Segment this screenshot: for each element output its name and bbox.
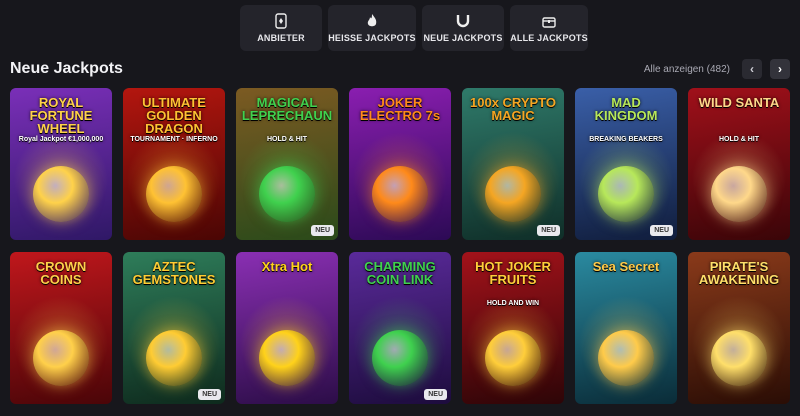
game-tile[interactable]: CROWN COINS [10,252,112,404]
game-art-emblem [259,166,315,222]
game-art-emblem [146,166,202,222]
game-title: Xtra Hot [261,259,313,274]
game-title: WILD SANTA [698,95,780,110]
new-badge: NEU [537,225,560,236]
game-title: PIRATE'S AWAKENING [698,259,780,287]
game-tile[interactable]: ROYAL FORTUNE WHEEL Royal Jackpot €1,000,… [10,88,112,240]
game-art-emblem [598,330,654,386]
game-art-emblem [485,330,541,386]
tab-label: HEISSE JACKPOTS [328,33,416,43]
new-badge: NEU [311,225,334,236]
category-tabs: ANBIETER HEISSE JACKPOTS NEUE JACKPOTS A… [240,5,588,51]
new-badge: NEU [650,225,673,236]
game-tile[interactable]: ULTIMATE GOLDEN DRAGON TOURNAMENT · INFER… [123,88,225,240]
game-tile[interactable]: CHARMING COIN LINK NEU [349,252,451,404]
tab-label: ANBIETER [257,33,305,43]
game-title: MAGICAL LEPRECHAUN [241,95,333,123]
game-title: CROWN COINS [35,259,87,287]
game-subtitle: Royal Jackpot €1,000,000 [18,136,104,143]
section-title: Neue Jackpots [10,60,123,77]
game-title: JOKER ELECTRO 7s [359,95,441,123]
game-tile[interactable]: MAGICAL LEPRECHAUN HOLD & HIT NEU [236,88,338,240]
game-tile[interactable]: Xtra Hot [236,252,338,404]
game-title: HOT JOKER FRUITS [475,259,551,287]
section-controls: Alle anzeigen (482) ‹ › [644,59,790,79]
provider-icon [275,13,287,29]
game-art-emblem [711,166,767,222]
game-art-emblem [33,330,89,386]
prev-button[interactable]: ‹ [742,59,762,79]
game-tile[interactable]: 100x CRYPTO MAGIC NEU [462,88,564,240]
game-title: CHARMING COIN LINK [364,259,436,287]
game-art-emblem [598,166,654,222]
game-tile[interactable]: AZTEC GEMSTONES NEU [123,252,225,404]
game-title: ULTIMATE GOLDEN DRAGON [142,95,206,136]
game-subtitle: BREAKING BEAKERS [589,136,663,143]
horseshoe-icon [456,15,470,28]
game-art-emblem [485,166,541,222]
tab-label: ALLE JACKPOTS [510,33,588,43]
treasure-chest-icon [542,17,556,28]
game-art-emblem [33,166,89,222]
game-title: Sea Secret [592,259,660,274]
game-grid: ROYAL FORTUNE WHEEL Royal Jackpot €1,000,… [10,88,790,404]
game-tile[interactable]: PIRATE'S AWAKENING [688,252,790,404]
game-tile[interactable]: HOT JOKER FRUITS HOLD AND WIN [462,252,564,404]
game-subtitle: TOURNAMENT · INFERNO [130,136,218,143]
chevron-left-icon: ‹ [750,62,754,76]
tab-anbieter[interactable]: ANBIETER [240,5,322,51]
tab-label: NEUE JACKPOTS [423,33,503,43]
game-art-emblem [259,330,315,386]
game-tile[interactable]: Sea Secret [575,252,677,404]
game-title: MAD KINGDOM [594,95,658,123]
game-art-emblem [372,166,428,222]
game-title: ROYAL FORTUNE WHEEL [29,95,93,136]
tab-heisse-jackpots[interactable]: HEISSE JACKPOTS [328,5,416,51]
show-all-link[interactable]: Alle anzeigen (482) [644,64,730,75]
tab-alle-jackpots[interactable]: ALLE JACKPOTS [510,5,588,51]
game-subtitle: HOLD & HIT [718,136,760,143]
game-art-emblem [711,330,767,386]
game-subtitle: HOLD AND WIN [486,300,540,307]
game-title: AZTEC GEMSTONES [132,259,216,287]
game-art-emblem [372,330,428,386]
new-badge: NEU [198,389,221,400]
game-title: 100x CRYPTO MAGIC [470,95,556,123]
tab-neue-jackpots[interactable]: NEUE JACKPOTS [422,5,504,51]
fire-icon [367,14,377,27]
new-badge: NEU [424,389,447,400]
game-tile[interactable]: MAD KINGDOM BREAKING BEAKERS NEU [575,88,677,240]
game-tile[interactable]: WILD SANTA HOLD & HIT [688,88,790,240]
game-subtitle: HOLD & HIT [266,136,308,143]
game-tile[interactable]: JOKER ELECTRO 7s [349,88,451,240]
game-art-emblem [146,330,202,386]
section-header: Neue Jackpots Alle anzeigen (482) ‹ › [10,58,790,80]
next-button[interactable]: › [770,59,790,79]
chevron-right-icon: › [778,62,782,76]
